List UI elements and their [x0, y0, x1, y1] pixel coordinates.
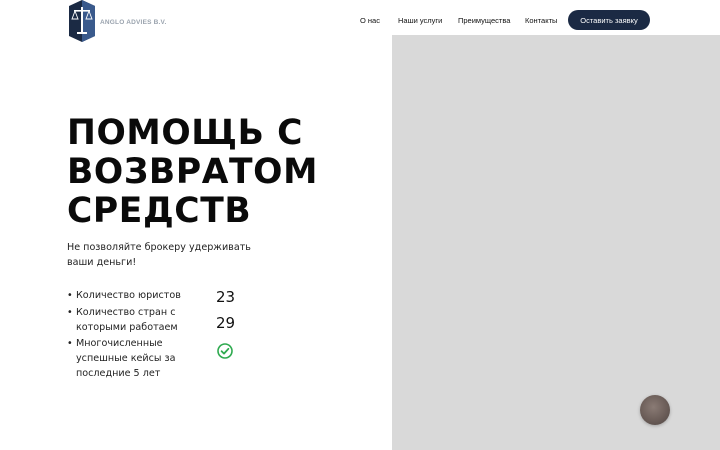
request-button[interactable]: Оставить заявку: [568, 10, 650, 30]
nav-link-advantages[interactable]: Преимущества: [458, 16, 510, 25]
hero-title: ПОМОЩЬ С ВОЗВРАТОМ СРЕДСТВ: [67, 114, 387, 231]
hero-title-line-1: ПОМОЩЬ С: [67, 113, 304, 153]
hero-title-line-2: ВОЗВРАТОМ: [67, 152, 319, 192]
nav-link-contacts[interactable]: Контакты: [525, 16, 557, 25]
chat-avatar-icon[interactable]: [640, 395, 670, 425]
stat-label: Количество стран с которыми работаем: [76, 307, 178, 333]
stat-value: 29: [216, 314, 236, 332]
list-bullet: •: [67, 307, 73, 318]
scales-of-justice-logo-icon: [69, 0, 95, 42]
stat-value: 23: [216, 288, 236, 306]
stat-label: Многочисленные успешные кейсы за последн…: [76, 338, 176, 379]
nav-link-about[interactable]: О нас: [360, 16, 380, 25]
hero-subtitle: Не позволяйте брокеру удерживать ваши де…: [67, 242, 251, 268]
logo-text: ANGLO ADVIES B.V.: [100, 18, 167, 26]
nav-link-services[interactable]: Наши услуги: [398, 16, 442, 25]
list-bullet: •: [67, 338, 73, 349]
check-circle-icon: [217, 343, 233, 359]
stat-label: Количество юристов: [76, 290, 181, 301]
hero-media-placeholder: [392, 35, 720, 450]
list-bullet: •: [67, 290, 73, 301]
hero-title-line-3: СРЕДСТВ: [67, 191, 252, 231]
page: ANGLO ADVIES B.V. О нас Наши услуги Преи…: [0, 0, 720, 450]
brand-logo[interactable]: ANGLO ADVIES B.V.: [69, 0, 167, 42]
